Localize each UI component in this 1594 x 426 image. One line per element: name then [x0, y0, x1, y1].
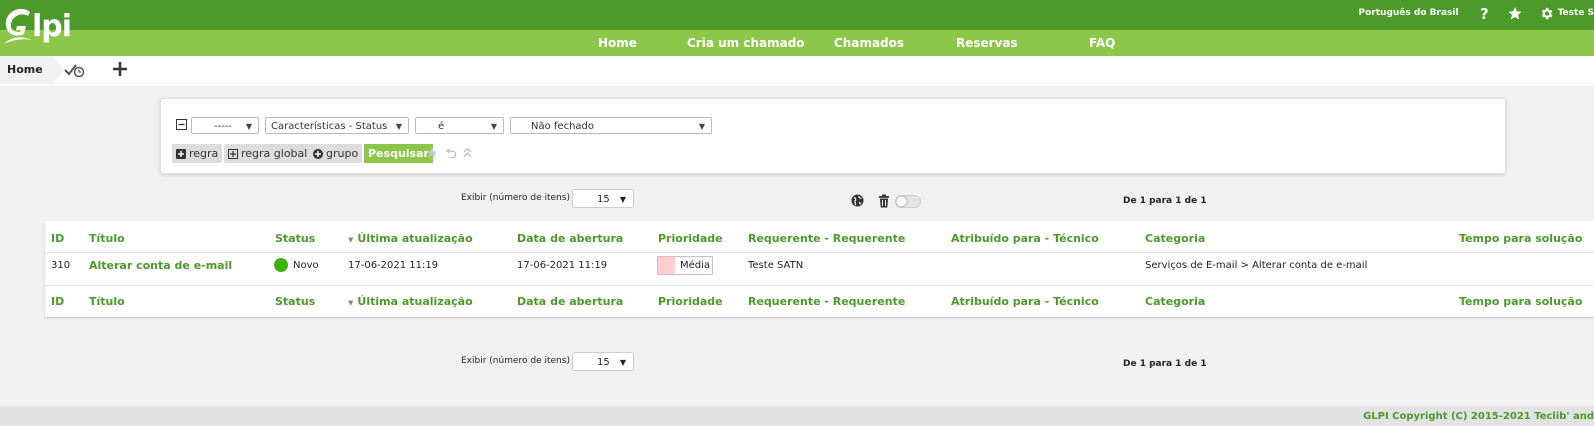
- page-footer: GLPI Copyright (C) 2015-2021 Teclib' and: [0, 406, 1594, 426]
- column-footer-solve-time[interactable]: Tempo para solução: [1459, 295, 1582, 308]
- main-nav: Home Cria um chamado Chamados Reservas F…: [0, 30, 1594, 56]
- add-global-rule-button[interactable]: regra global: [224, 144, 312, 163]
- pagination-info-bottom: De 1 para 1 de 1: [1123, 359, 1207, 369]
- column-header-category[interactable]: Categoria: [1145, 232, 1205, 245]
- nav-tickets[interactable]: Chamados: [834, 36, 904, 50]
- check-clock-icon[interactable]: [64, 61, 86, 82]
- column-footer-title[interactable]: Título: [89, 295, 125, 308]
- operator-select[interactable]: é ▼: [415, 117, 504, 134]
- row-status: Novo: [293, 260, 319, 271]
- column-footer-category[interactable]: Categoria: [1145, 295, 1205, 308]
- trash-icon[interactable]: [878, 194, 890, 211]
- column-header-solve-time[interactable]: Tempo para solução: [1459, 232, 1582, 245]
- star-icon[interactable]: [1507, 6, 1523, 21]
- collapse-up-icon[interactable]: [463, 147, 472, 161]
- row-divider: [45, 285, 1594, 286]
- column-footer-id[interactable]: ID: [51, 295, 64, 308]
- nav-faq[interactable]: FAQ: [1089, 36, 1115, 50]
- field-select[interactable]: Características - Status ▼: [265, 117, 409, 134]
- copyright-link[interactable]: GLPI Copyright (C) 2015-2021 Teclib' and: [1363, 411, 1594, 422]
- items-per-page-label: Exibir (número de itens): [461, 193, 570, 203]
- link-select[interactable]: ----- ▼: [191, 117, 259, 134]
- row-last-update: 17-06-2021 11:19: [348, 260, 439, 271]
- column-footer-status[interactable]: Status: [275, 295, 315, 308]
- row-requester: Teste SATN: [748, 260, 804, 271]
- chevron-down-icon: ▼: [698, 122, 705, 131]
- status-new-icon: [274, 258, 288, 272]
- chevron-down-icon: ▼: [395, 122, 402, 131]
- breadcrumb: Home: [0, 56, 1594, 86]
- ticket-title-link[interactable]: Alterar conta de e-mail: [89, 259, 232, 272]
- star-outline-icon[interactable]: [426, 147, 438, 162]
- svg-text:?: ?: [1480, 6, 1489, 20]
- pagination-info: De 1 para 1 de 1: [1123, 196, 1207, 206]
- column-header-requester[interactable]: Requerente - Requerente: [748, 232, 905, 245]
- help-icon[interactable]: ?: [1479, 6, 1491, 20]
- items-per-page-select[interactable]: 15 ▼: [572, 189, 634, 208]
- row-id: 310: [51, 260, 71, 271]
- items-per-page-label-bottom: Exibir (número de itens): [461, 356, 570, 366]
- search-button[interactable]: Pesquisar: [364, 144, 433, 163]
- column-header-title[interactable]: Título: [89, 232, 125, 245]
- search-criteria-panel: ----- ▼ Características - Status ▼ é ▼ Não …: [160, 98, 1506, 174]
- nav-create-ticket[interactable]: Cria um chamado: [687, 36, 805, 50]
- chevron-down-icon: ▼: [490, 122, 497, 131]
- tickets-table: ID Título Status ▼ Última atualização Dat…: [45, 221, 1594, 317]
- row-category: Serviços de E-mail > Alterar conta de e-…: [1145, 260, 1368, 271]
- column-header-priority[interactable]: Prioridade: [658, 232, 723, 245]
- column-header-assigned[interactable]: Atribuído para - Técnico: [951, 232, 1099, 245]
- nav-reservations[interactable]: Reservas: [956, 36, 1018, 50]
- row-opening-date: 17-06-2021 11:19: [517, 260, 608, 271]
- sort-desc-icon: ▼: [348, 299, 354, 307]
- items-per-page-select-bottom[interactable]: 15 ▼: [572, 352, 634, 371]
- priority-color-swatch: [658, 257, 675, 274]
- nav-home[interactable]: Home: [598, 36, 637, 50]
- column-header-opening-date[interactable]: Data de abertura: [517, 232, 623, 245]
- plus-icon[interactable]: [112, 61, 128, 80]
- value-select[interactable]: Não fechado ▼: [510, 117, 712, 134]
- minus-box-icon[interactable]: [176, 119, 187, 133]
- logo-swoosh-icon: [4, 8, 32, 44]
- column-header-last-update[interactable]: ▼ Última atualização: [348, 232, 473, 245]
- logo-text: lpi: [32, 9, 72, 44]
- plus-square-icon: [176, 148, 186, 159]
- column-header-id[interactable]: ID: [51, 232, 64, 245]
- toggle-switch[interactable]: [895, 195, 921, 211]
- gear-icon[interactable]: [1539, 6, 1554, 21]
- column-footer-opening-date[interactable]: Data de abertura: [517, 295, 623, 308]
- breadcrumb-home[interactable]: Home: [0, 56, 65, 84]
- row-divider: [45, 252, 1594, 253]
- column-footer-last-update[interactable]: ▼ Última atualização: [348, 295, 473, 308]
- column-footer-assigned[interactable]: Atribuído para - Técnico: [951, 295, 1099, 308]
- column-footer-requester[interactable]: Requerente - Requerente: [748, 295, 905, 308]
- row-priority: Média: [680, 260, 711, 271]
- plus-box-icon: [228, 148, 238, 159]
- globe-icon[interactable]: [851, 194, 864, 210]
- undo-icon[interactable]: [446, 147, 457, 161]
- glpi-logo[interactable]: lpi: [2, 6, 82, 50]
- user-menu[interactable]: Teste S: [1558, 8, 1594, 18]
- sort-desc-icon: ▼: [348, 236, 354, 244]
- plus-circle-icon: [313, 148, 323, 159]
- top-header: Português do Brasil ? Teste S: [0, 0, 1594, 30]
- chevron-down-icon: ▼: [245, 122, 252, 131]
- add-group-button[interactable]: grupo: [309, 144, 363, 163]
- column-footer-priority[interactable]: Prioridade: [658, 295, 723, 308]
- chevron-down-icon: ▼: [619, 195, 626, 204]
- priority-badge: Média: [657, 256, 713, 275]
- column-header-status[interactable]: Status: [275, 232, 315, 245]
- chevron-down-icon: ▼: [619, 358, 626, 367]
- add-rule-button[interactable]: regra: [172, 144, 223, 163]
- language-link[interactable]: Português do Brasil: [1359, 8, 1459, 18]
- top-right-menu: Português do Brasil ? Teste S: [1359, 0, 1594, 26]
